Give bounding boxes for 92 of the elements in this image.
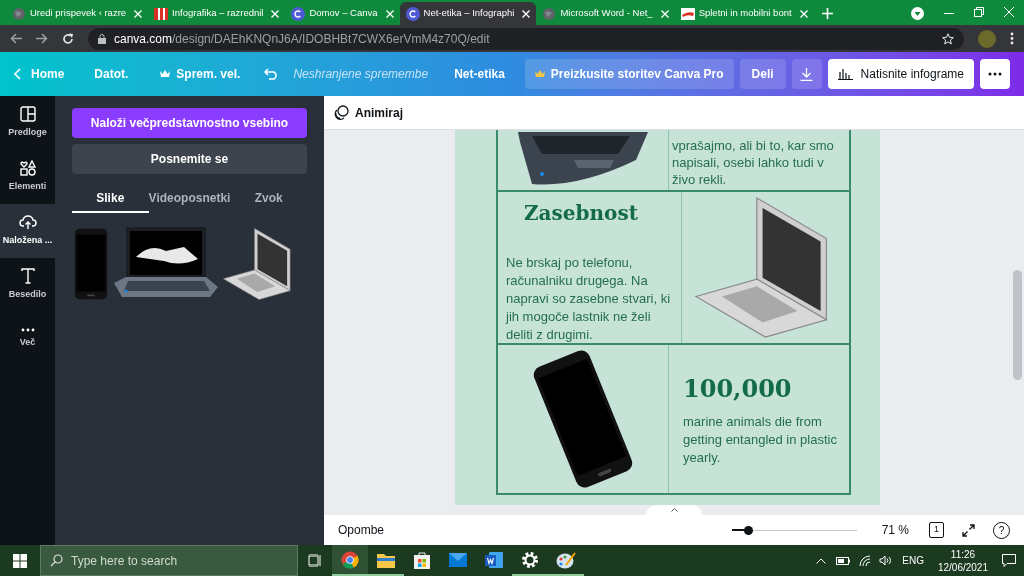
undo-icon[interactable] — [264, 68, 280, 80]
zoom-percent[interactable]: 71 % — [881, 521, 909, 539]
crown-icon — [160, 70, 171, 78]
chevron-up-icon — [670, 508, 678, 512]
body-text: Ne brskaj po telefonu, računalniku drugega. Na napravi so zasebne stvari, ki jih mogoče lastnik ne želi deliti z drugimi. — [506, 254, 672, 344]
browser-tab[interactable]: Spletni in mobilni bont — [674, 2, 814, 25]
settings-icon — [521, 550, 539, 569]
media-tab[interactable]: Slike — [72, 184, 149, 213]
notification-icon[interactable] — [1002, 554, 1016, 567]
pages-toggle[interactable] — [646, 505, 702, 515]
canva-logo-icon — [405, 6, 420, 21]
scrollbar[interactable] — [1013, 270, 1022, 380]
chevron-up-icon[interactable] — [816, 557, 827, 564]
body-text: marine animals die from getting entangled in plastic yearly. — [683, 413, 838, 467]
browser-tab[interactable]: Microsoft Word - Net_ — [536, 2, 675, 25]
search-field[interactable]: Type here to search — [40, 545, 298, 576]
globe-icon — [542, 6, 557, 21]
close-icon[interactable] — [522, 9, 531, 18]
tab-title: Uredi prispevek ‹ razre — [30, 6, 127, 21]
forward-icon[interactable] — [36, 33, 48, 44]
fullscreen-icon[interactable] — [962, 523, 975, 537]
wifi-icon[interactable] — [859, 554, 872, 567]
globe-icon — [12, 6, 26, 21]
clock-date[interactable]: 12/06/2021 — [937, 560, 988, 574]
body-text: vprašajmo, ali bi to, kar smo napisali, osebi lahko tudi v živo rekli. — [672, 137, 835, 188]
back-icon[interactable] — [10, 33, 22, 44]
media-tab[interactable]: Zvok — [230, 184, 307, 213]
page-count[interactable]: 1 — [929, 522, 944, 538]
rail-item[interactable]: Predloge — [0, 96, 55, 150]
tab-title: Microsoft Word - Net_ — [560, 6, 653, 21]
more-icon — [988, 72, 1002, 76]
new-tab-icon[interactable] — [821, 8, 833, 19]
record-button[interactable]: Posnemite se — [72, 144, 307, 174]
notes-button[interactable]: Opombe — [338, 521, 385, 539]
text-icon — [20, 268, 35, 285]
star-icon[interactable] — [942, 32, 954, 45]
canva-logo-icon — [291, 6, 306, 21]
language-indicator[interactable]: ENG — [902, 553, 924, 568]
address-bar[interactable]: canva.com/design/DAEhKNQnJ6A/IDOBHBt7CWX6erVmM4z70Q/edit — [88, 27, 964, 50]
tab-title: Spletni in mobilni bont — [698, 6, 792, 21]
task-view-icon[interactable] — [308, 554, 322, 567]
download-icon — [800, 67, 814, 81]
speaker-icon[interactable] — [879, 555, 893, 566]
section-heading: 100,000 — [683, 373, 793, 405]
animate-icon — [334, 105, 349, 120]
print-button[interactable]: Natisnite infograme — [827, 59, 974, 89]
profile-dropdown-icon[interactable] — [911, 7, 924, 20]
chrome-icon — [341, 550, 359, 569]
more-icon — [20, 328, 35, 333]
shapes-icon — [19, 160, 36, 177]
reload-icon[interactable] — [62, 32, 74, 45]
windows-icon[interactable] — [13, 553, 27, 568]
restore-icon[interactable] — [974, 7, 984, 17]
browser-tab[interactable]: Domov – Canva — [285, 2, 400, 25]
lock-icon — [98, 33, 106, 44]
rail-item[interactable]: Elementi — [0, 150, 55, 204]
media-tab[interactable]: Videoposnetki — [148, 184, 231, 213]
menu-icon[interactable] — [1010, 32, 1014, 45]
bar-chart-icon — [837, 68, 853, 80]
section-heading: Zasebnost — [523, 200, 639, 227]
slider-thumb[interactable] — [743, 525, 753, 535]
layout-icon — [19, 106, 36, 123]
cloud-upload-icon — [18, 214, 37, 231]
zoom-slider[interactable] — [731, 524, 857, 536]
shopping-bag-icon — [414, 550, 430, 569]
mail-icon — [449, 552, 467, 567]
browser-tab[interactable]: Uredi prispevek ‹ razre — [6, 2, 149, 25]
crown-icon — [534, 70, 545, 78]
save-status: Neshranjene spremembe — [293, 66, 429, 83]
more-button[interactable] — [980, 59, 1010, 89]
palette-icon — [556, 550, 576, 569]
upload-button[interactable]: Naloži večpredstavnostno vsebino — [72, 108, 307, 138]
browser-tab[interactable]: Net-etika – Infographi — [399, 2, 537, 25]
search-icon — [50, 554, 63, 567]
share-button[interactable]: Deli — [739, 59, 786, 89]
tab-title: Infografika – razrednil — [172, 6, 264, 21]
document-icon — [485, 550, 503, 569]
tab-title: Domov – Canva — [309, 6, 378, 21]
clock-time[interactable]: 11:26 — [950, 547, 976, 561]
bars-icon — [154, 6, 169, 21]
chevron-left-icon — [14, 68, 21, 80]
rail-item[interactable]: Besedilo — [0, 258, 55, 312]
tab-title: Net-etika – Infographi — [423, 6, 515, 21]
flag-icon — [680, 7, 695, 20]
rail-item[interactable]: Več — [0, 312, 55, 366]
url-text: canva.com/design/DAEhKNQnJ6A/IDOBHBt7CWX6erVmM4z70Q/edit — [114, 30, 490, 48]
download-button[interactable] — [791, 59, 822, 89]
browser-tab[interactable]: Infografika – razrednil — [148, 2, 286, 25]
battery-icon[interactable] — [836, 556, 851, 565]
rail-item[interactable]: Naložena ... — [0, 204, 55, 258]
folder-icon — [377, 551, 395, 568]
animate-button[interactable]: Animiraj — [355, 103, 403, 122]
